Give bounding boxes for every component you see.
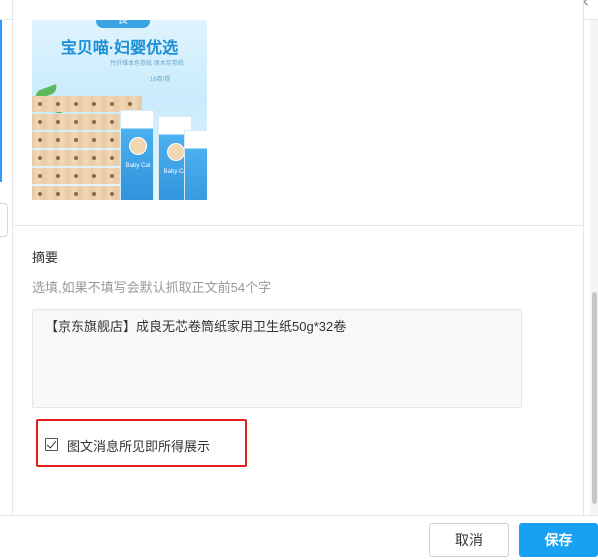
roll-dot <box>56 156 60 160</box>
roll-dot <box>110 192 114 196</box>
roll-dot <box>74 102 78 106</box>
roll-dot <box>38 174 42 178</box>
cover-logo: 良 <box>96 20 150 28</box>
section-divider <box>13 225 583 226</box>
wysiwyg-display-option[interactable]: 图文消息所见即所得展示 <box>36 419 247 467</box>
roll-dot <box>38 192 42 196</box>
wysiwyg-checkbox-label[interactable]: 图文消息所见即所得展示 <box>67 436 210 455</box>
roll-dot <box>110 174 114 178</box>
roll-dot <box>110 156 114 160</box>
roll-dot <box>38 138 42 142</box>
roll-dot <box>92 192 96 196</box>
wysiwyg-checkbox[interactable] <box>45 438 58 451</box>
roll-dot <box>56 174 60 178</box>
roll-dot <box>74 120 78 124</box>
summary-label: 摘要 <box>32 250 59 265</box>
roll-dot <box>74 174 78 178</box>
save-button[interactable]: 保存 <box>519 523 598 557</box>
roll-dot <box>92 138 96 142</box>
cover-subtitle: 竹纤维本色卷纸 原木浆卷纸 <box>110 61 184 67</box>
left-accent-bar <box>0 20 2 182</box>
roll-dot <box>92 174 96 178</box>
cover-image: 良 宝贝喵·妇婴优选 竹纤维本色卷纸 原木浆卷纸 16卷/提 Baby Cat … <box>32 20 207 200</box>
roll-dot <box>110 102 114 106</box>
product-pack <box>184 130 207 200</box>
roll-dot <box>38 102 42 106</box>
roll-dot <box>38 156 42 160</box>
roll-dot <box>92 102 96 106</box>
dialog-footer: 取消 保存 <box>0 515 598 560</box>
roll-dot <box>38 120 42 124</box>
roll-dot <box>74 138 78 142</box>
roll-dot <box>92 120 96 124</box>
summary-hint: 选填,如果不填写会默认抓取正文前54个字 <box>32 280 272 295</box>
roll-dot <box>110 120 114 124</box>
roll-dot <box>56 138 60 142</box>
roll-dot <box>110 138 114 142</box>
roll-dot <box>74 156 78 160</box>
roll-dot <box>56 102 60 106</box>
pack-mascot <box>129 137 147 155</box>
roll-dot <box>56 120 60 124</box>
checkmark-icon <box>46 438 57 449</box>
summary-textarea[interactable]: 【京东旗舰店】成良无芯卷筒纸家用卫生纸50g*32卷 <box>32 309 522 408</box>
product-pack: Baby Cat <box>120 110 154 200</box>
roll-dot <box>74 192 78 196</box>
roll-dot <box>128 102 132 106</box>
cover-title: 宝贝喵·妇婴优选 <box>60 40 179 57</box>
cancel-button[interactable]: 取消 <box>429 523 509 557</box>
pack-label: Baby Cat <box>125 163 151 169</box>
scrollbar-thumb[interactable] <box>592 292 597 504</box>
left-collapse-handle[interactable] <box>0 203 8 237</box>
pack-mascot <box>167 143 185 161</box>
roll-dot <box>92 156 96 160</box>
roll-dot <box>56 192 60 196</box>
cover-tag: 16卷/提 <box>150 77 171 83</box>
